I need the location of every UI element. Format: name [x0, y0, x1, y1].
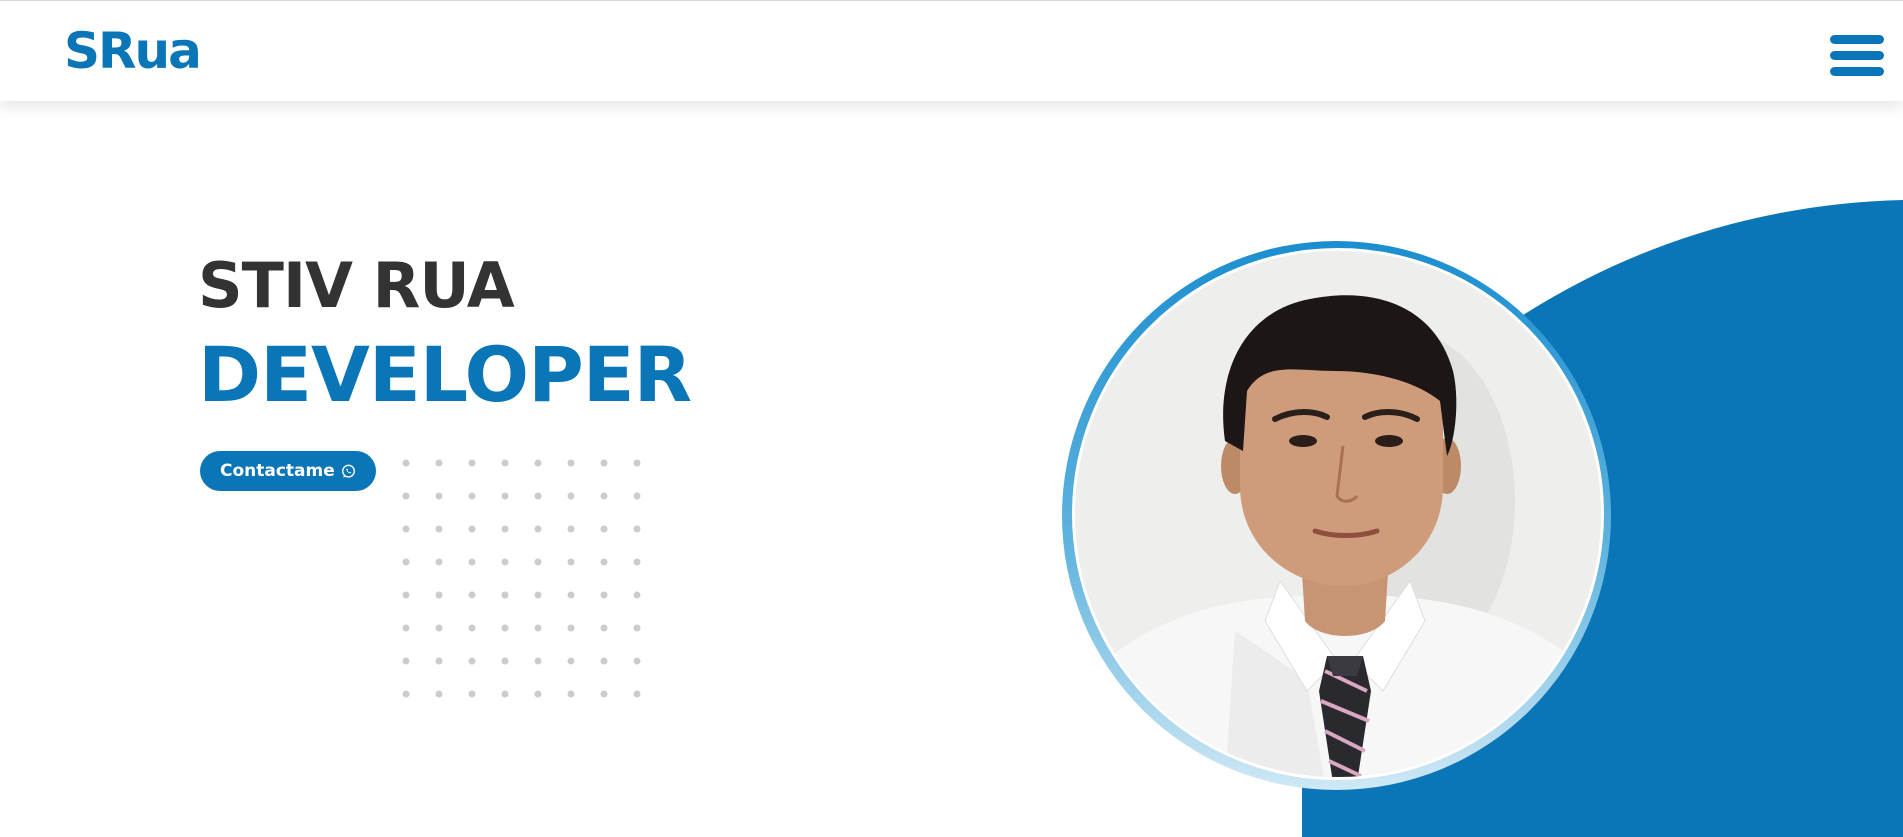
grid-dot: [567, 657, 575, 665]
grid-dot: [633, 459, 641, 467]
grid-dot: [435, 558, 443, 566]
grid-dot: [600, 459, 608, 467]
grid-dot: [468, 624, 476, 632]
page: SRua STIV RUA DEVELOPER Contactame: [0, 0, 1903, 837]
grid-dot: [501, 657, 509, 665]
site-logo[interactable]: SRua: [64, 23, 202, 79]
grid-dot: [534, 525, 542, 533]
grid-dot: [402, 558, 410, 566]
grid-dot: [633, 657, 641, 665]
grid-dot: [468, 591, 476, 599]
grid-dot: [633, 558, 641, 566]
grid-dot: [600, 591, 608, 599]
grid-dot: [435, 525, 443, 533]
grid-dot: [567, 591, 575, 599]
grid-dot: [567, 525, 575, 533]
grid-dot: [501, 690, 509, 698]
menu-bar: [1830, 51, 1884, 60]
grid-dot: [534, 591, 542, 599]
grid-dot: [567, 459, 575, 467]
dot-grid-decoration: [402, 459, 641, 698]
grid-dot: [402, 459, 410, 467]
hero-role: DEVELOPER: [198, 330, 692, 419]
hamburger-menu-icon[interactable]: [1830, 35, 1884, 77]
grid-dot: [402, 492, 410, 500]
profile-photo: [1072, 248, 1604, 780]
menu-bar: [1830, 35, 1884, 44]
grid-dot: [468, 525, 476, 533]
grid-dot: [600, 558, 608, 566]
hero-name: STIV RUA: [198, 249, 515, 322]
grid-dot: [435, 624, 443, 632]
grid-dot: [501, 624, 509, 632]
whatsapp-icon: [341, 464, 355, 478]
menu-bar: [1830, 67, 1884, 76]
grid-dot: [501, 525, 509, 533]
grid-dot: [567, 690, 575, 698]
top-navbar: SRua: [0, 0, 1903, 101]
grid-dot: [402, 690, 410, 698]
grid-dot: [534, 690, 542, 698]
grid-dot: [567, 492, 575, 500]
grid-dot: [633, 525, 641, 533]
grid-dot: [633, 492, 641, 500]
grid-dot: [534, 492, 542, 500]
grid-dot: [633, 624, 641, 632]
grid-dot: [468, 459, 476, 467]
grid-dot: [435, 459, 443, 467]
grid-dot: [600, 624, 608, 632]
grid-dot: [534, 624, 542, 632]
grid-dot: [600, 690, 608, 698]
grid-dot: [501, 591, 509, 599]
grid-dot: [402, 657, 410, 665]
grid-dot: [633, 690, 641, 698]
grid-dot: [402, 525, 410, 533]
grid-dot: [600, 525, 608, 533]
grid-dot: [435, 690, 443, 698]
profile-photo-illustration: [1075, 251, 1601, 777]
grid-dot: [435, 657, 443, 665]
grid-dot: [633, 591, 641, 599]
grid-dot: [534, 459, 542, 467]
grid-dot: [468, 690, 476, 698]
grid-dot: [468, 657, 476, 665]
grid-dot: [468, 558, 476, 566]
grid-dot: [402, 591, 410, 599]
grid-dot: [501, 492, 509, 500]
grid-dot: [534, 558, 542, 566]
contact-button-label: Contactame: [220, 461, 335, 481]
grid-dot: [501, 558, 509, 566]
grid-dot: [435, 591, 443, 599]
grid-dot: [567, 558, 575, 566]
grid-dot: [435, 492, 443, 500]
grid-dot: [501, 459, 509, 467]
grid-dot: [534, 657, 542, 665]
grid-dot: [600, 657, 608, 665]
grid-dot: [600, 492, 608, 500]
grid-dot: [402, 624, 410, 632]
grid-dot: [567, 624, 575, 632]
grid-dot: [468, 492, 476, 500]
contact-button[interactable]: Contactame: [200, 451, 376, 491]
